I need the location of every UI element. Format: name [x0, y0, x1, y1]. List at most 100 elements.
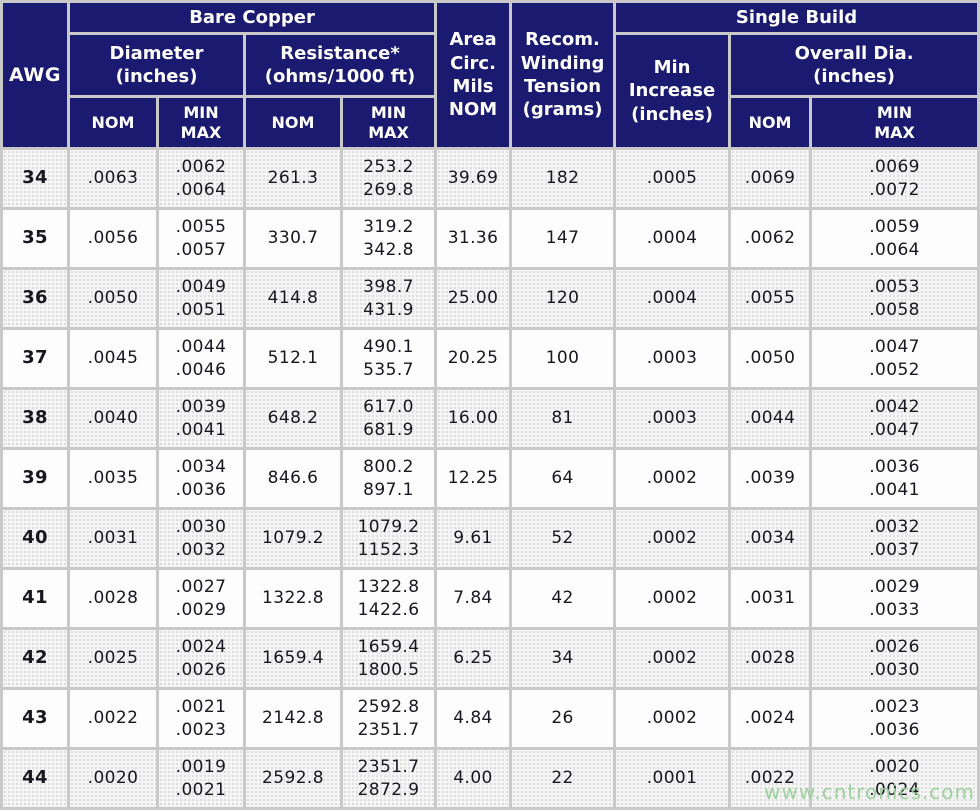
header-resistance-minmax: MIN MAX	[343, 98, 434, 147]
cell-min-increase: .0002	[616, 510, 728, 567]
cell-resistance-nom: 648.2	[246, 390, 340, 447]
cell-overall-nom: .0022	[731, 750, 809, 807]
cell-overall-minmax: .0026 .0030	[812, 630, 977, 687]
header-min-increase: Min Increase (inches)	[616, 35, 728, 147]
table-row: 42 .0025 .0024 .0026 1659.4 1659.4 1800.…	[3, 630, 977, 687]
table-row: 35 .0056 .0055 .0057 330.7 319.2 342.8 3…	[3, 210, 977, 267]
table-row: 34 .0063 .0062 .0064 261.3 253.2 269.8 3…	[3, 150, 977, 207]
cell-diameter-minmax: .0049 .0051	[159, 270, 243, 327]
cell-overall-nom: .0028	[731, 630, 809, 687]
header-recom-winding-tension: Recom. Winding Tension (grams)	[512, 3, 613, 147]
cell-overall-minmax: .0059 .0064	[812, 210, 977, 267]
cell-awg: 40	[3, 510, 67, 567]
cell-resistance-nom: 261.3	[246, 150, 340, 207]
cell-resistance-minmax: 398.7 431.9	[343, 270, 434, 327]
cell-awg: 43	[3, 690, 67, 747]
cell-diameter-minmax: .0021 .0023	[159, 690, 243, 747]
cell-area-circ-mils: 4.84	[437, 690, 509, 747]
cell-diameter-minmax: .0030 .0032	[159, 510, 243, 567]
cell-overall-nom: .0044	[731, 390, 809, 447]
cell-diameter-nom: .0056	[70, 210, 156, 267]
header-overall-nom: NOM	[731, 98, 809, 147]
cell-diameter-nom: .0050	[70, 270, 156, 327]
header-awg: AWG	[3, 3, 67, 147]
cell-overall-nom: .0034	[731, 510, 809, 567]
cell-diameter-minmax: .0055 .0057	[159, 210, 243, 267]
cell-resistance-minmax: 800.2 897.1	[343, 450, 434, 507]
cell-overall-minmax: .0069 .0072	[812, 150, 977, 207]
table-row: 40 .0031 .0030 .0032 1079.2 1079.2 1152.…	[3, 510, 977, 567]
cell-resistance-nom: 330.7	[246, 210, 340, 267]
header-bare-copper: Bare Copper	[70, 3, 434, 32]
cell-resistance-minmax: 1322.8 1422.6	[343, 570, 434, 627]
cell-resistance-nom: 414.8	[246, 270, 340, 327]
header-overall-minmax: MIN MAX	[812, 98, 977, 147]
cell-resistance-nom: 1322.8	[246, 570, 340, 627]
cell-area-circ-mils: 20.25	[437, 330, 509, 387]
table-row: 36 .0050 .0049 .0051 414.8 398.7 431.9 2…	[3, 270, 977, 327]
cell-area-circ-mils: 7.84	[437, 570, 509, 627]
cell-winding-tension: 182	[512, 150, 613, 207]
cell-winding-tension: 81	[512, 390, 613, 447]
cell-awg: 42	[3, 630, 67, 687]
cell-area-circ-mils: 4.00	[437, 750, 509, 807]
cell-overall-nom: .0031	[731, 570, 809, 627]
cell-diameter-minmax: .0062 .0064	[159, 150, 243, 207]
cell-resistance-nom: 846.6	[246, 450, 340, 507]
cell-overall-nom: .0055	[731, 270, 809, 327]
cell-diameter-nom: .0040	[70, 390, 156, 447]
cell-diameter-minmax: .0034 .0036	[159, 450, 243, 507]
header-diameter: Diameter (inches)	[70, 35, 243, 95]
cell-diameter-nom: .0020	[70, 750, 156, 807]
cell-area-circ-mils: 12.25	[437, 450, 509, 507]
awg-wire-gauge-page: AWG Bare Copper Area Circ. Mils NOM Reco…	[0, 0, 980, 809]
cell-overall-nom: .0062	[731, 210, 809, 267]
cell-resistance-minmax: 2592.8 2351.7	[343, 690, 434, 747]
cell-resistance-nom: 2142.8	[246, 690, 340, 747]
cell-diameter-minmax: .0019 .0021	[159, 750, 243, 807]
cell-diameter-nom: .0035	[70, 450, 156, 507]
cell-diameter-nom: .0028	[70, 570, 156, 627]
cell-diameter-nom: .0045	[70, 330, 156, 387]
cell-min-increase: .0002	[616, 630, 728, 687]
header-resistance-nom: NOM	[246, 98, 340, 147]
cell-diameter-minmax: .0039 .0041	[159, 390, 243, 447]
header-resistance: Resistance* (ohms/1000 ft)	[246, 35, 434, 95]
cell-diameter-nom: .0063	[70, 150, 156, 207]
cell-resistance-minmax: 490.1 535.7	[343, 330, 434, 387]
cell-resistance-minmax: 1659.4 1800.5	[343, 630, 434, 687]
cell-overall-nom: .0069	[731, 150, 809, 207]
cell-resistance-nom: 1659.4	[246, 630, 340, 687]
cell-overall-nom: .0039	[731, 450, 809, 507]
table-row: 39 .0035 .0034 .0036 846.6 800.2 897.1 1…	[3, 450, 977, 507]
cell-winding-tension: 147	[512, 210, 613, 267]
cell-area-circ-mils: 9.61	[437, 510, 509, 567]
cell-area-circ-mils: 6.25	[437, 630, 509, 687]
cell-overall-minmax: .0023 .0036	[812, 690, 977, 747]
cell-min-increase: .0004	[616, 270, 728, 327]
cell-min-increase: .0003	[616, 330, 728, 387]
table-row: 41 .0028 .0027 .0029 1322.8 1322.8 1422.…	[3, 570, 977, 627]
table-row: 38 .0040 .0039 .0041 648.2 617.0 681.9 1…	[3, 390, 977, 447]
cell-diameter-minmax: .0027 .0029	[159, 570, 243, 627]
header-single-build: Single Build	[616, 3, 977, 32]
cell-area-circ-mils: 25.00	[437, 270, 509, 327]
cell-diameter-minmax: .0024 .0026	[159, 630, 243, 687]
cell-winding-tension: 34	[512, 630, 613, 687]
header-row-groups: AWG Bare Copper Area Circ. Mils NOM Reco…	[3, 3, 977, 32]
header-overall-dia: Overall Dia. (inches)	[731, 35, 977, 95]
table-row: 37 .0045 .0044 .0046 512.1 490.1 535.7 2…	[3, 330, 977, 387]
cell-awg: 34	[3, 150, 67, 207]
cell-min-increase: .0003	[616, 390, 728, 447]
cell-winding-tension: 26	[512, 690, 613, 747]
cell-awg: 36	[3, 270, 67, 327]
cell-min-increase: .0002	[616, 690, 728, 747]
cell-resistance-minmax: 253.2 269.8	[343, 150, 434, 207]
header-diameter-nom: NOM	[70, 98, 156, 147]
cell-resistance-nom: 512.1	[246, 330, 340, 387]
cell-resistance-minmax: 617.0 681.9	[343, 390, 434, 447]
cell-awg: 44	[3, 750, 67, 807]
cell-winding-tension: 100	[512, 330, 613, 387]
cell-overall-nom: .0024	[731, 690, 809, 747]
table-row: 44 .0020 .0019 .0021 2592.8 2351.7 2872.…	[3, 750, 977, 807]
